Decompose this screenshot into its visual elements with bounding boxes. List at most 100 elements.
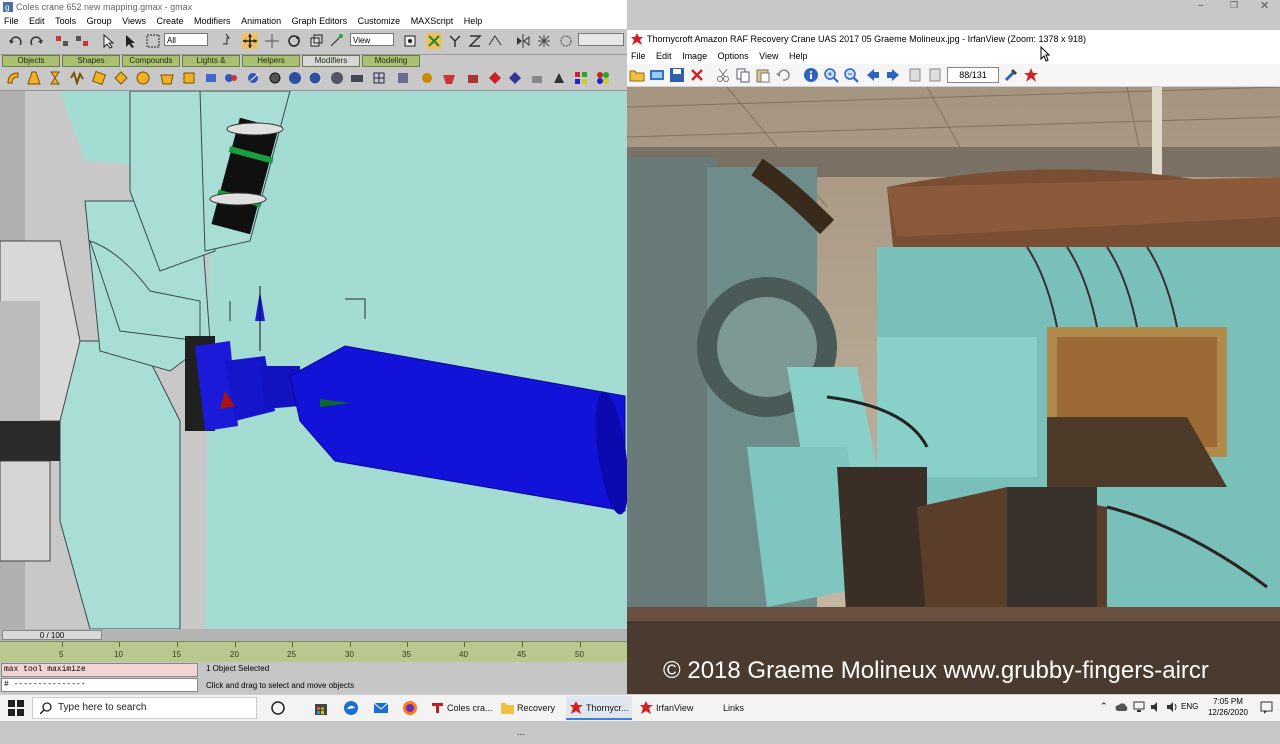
tab-modeling[interactable]: Modeling — [362, 55, 420, 67]
tessellate-icon[interactable] — [488, 71, 502, 85]
volume-icon[interactable] — [1150, 701, 1162, 713]
pivot-center-icon[interactable] — [402, 33, 418, 49]
move-icon[interactable] — [242, 33, 258, 49]
lathe-icon[interactable] — [552, 71, 566, 85]
close-icon[interactable]: ✕ — [1260, 0, 1269, 12]
gmax-menu-modifiers[interactable]: Modifiers — [190, 16, 235, 26]
select-move-icon[interactable] — [218, 33, 234, 49]
next-image-icon[interactable] — [885, 67, 901, 83]
previous-image-icon[interactable] — [865, 67, 881, 83]
edit-mesh-icon[interactable] — [268, 71, 282, 85]
language-indicator[interactable]: ENG — [1181, 702, 1198, 711]
taskbar-search-box[interactable]: Type here to search — [32, 697, 257, 719]
reference-coord-dropdown[interactable]: View — [350, 33, 394, 46]
gmax-menu-maxscript[interactable]: MAXScript — [407, 16, 458, 26]
optimize-icon[interactable] — [466, 71, 480, 85]
uvw-map-icon[interactable] — [224, 71, 238, 85]
normal-modifier-icon[interactable] — [330, 71, 344, 85]
cortana-icon[interactable] — [270, 700, 286, 716]
task-recovery-folder[interactable]: Recovery ... — [497, 696, 563, 737]
page-counter-field[interactable]: 88/131 — [947, 67, 999, 83]
restrict-y-icon[interactable] — [447, 33, 463, 49]
copy-icon[interactable] — [735, 67, 751, 83]
links-toolbar[interactable]: Links — [703, 696, 753, 720]
bevel-icon[interactable] — [574, 71, 588, 85]
last-page-icon[interactable] — [927, 67, 943, 83]
zoom-out-icon[interactable] — [843, 67, 859, 83]
mail-icon[interactable] — [373, 700, 389, 716]
mirror-icon[interactable] — [515, 33, 531, 49]
irfan-menu-view[interactable]: View — [755, 51, 782, 61]
open-folder-icon[interactable] — [629, 67, 645, 83]
gmax-menu-views[interactable]: Views — [118, 16, 150, 26]
move-alt-icon[interactable] — [264, 33, 280, 49]
zoom-in-icon[interactable] — [823, 67, 839, 83]
selection-filter-dropdown[interactable]: All — [164, 33, 208, 46]
lattice-modifier-icon[interactable] — [182, 71, 196, 85]
restore-icon[interactable]: ❐ — [1230, 0, 1238, 11]
info-icon[interactable] — [803, 67, 819, 83]
volume-select-icon[interactable] — [372, 71, 386, 85]
stretch-modifier-icon[interactable] — [92, 71, 106, 85]
smooth-modifier-icon[interactable] — [308, 71, 322, 85]
perspective-viewport[interactable] — [0, 91, 627, 629]
tab-shapes[interactable]: Shapes — [62, 55, 120, 67]
chevron-up-icon[interactable]: ⌃ — [1100, 701, 1108, 712]
delete-mesh-icon[interactable] — [442, 71, 456, 85]
store-icon[interactable] — [313, 700, 329, 716]
undo-icon[interactable] — [775, 67, 791, 83]
track-bar[interactable]: 5 10 15 20 25 30 35 40 45 50 — [0, 641, 627, 663]
irfan-menu-options[interactable]: Options — [714, 51, 753, 61]
task-irfanview[interactable]: IrfanView — [636, 696, 706, 720]
task-gmax[interactable]: Coles cra... — [427, 696, 493, 720]
gmax-menu-animation[interactable]: Animation — [237, 16, 285, 26]
gmax-menu-help[interactable]: Help — [460, 16, 487, 26]
bend-modifier-icon[interactable] — [6, 71, 20, 85]
cloud-icon[interactable] — [1115, 702, 1129, 712]
windows-start-icon[interactable] — [8, 700, 24, 716]
region-select-icon[interactable] — [145, 33, 161, 49]
select-by-name-icon[interactable] — [122, 33, 138, 49]
snaps-toggle-icon[interactable] — [536, 33, 552, 49]
edit-spline-icon[interactable] — [508, 71, 522, 85]
taper-modifier-icon[interactable] — [27, 71, 41, 85]
angle-snap-icon[interactable] — [558, 33, 574, 49]
tab-compounds[interactable]: Compounds — [122, 55, 180, 67]
noise-modifier-icon[interactable] — [70, 71, 84, 85]
link-icon[interactable] — [54, 33, 70, 49]
notification-icon[interactable] — [1260, 701, 1273, 714]
irfan-menu-file[interactable]: File — [627, 51, 650, 61]
rotate-icon[interactable] — [286, 33, 302, 49]
maxscript-listener-input[interactable]: # --------------- — [1, 678, 198, 692]
redo-icon[interactable] — [28, 33, 44, 49]
time-slider[interactable]: 0 / 100 — [2, 630, 102, 640]
unlink-icon[interactable] — [74, 33, 90, 49]
xform-modifier-icon[interactable] — [350, 71, 364, 85]
gmax-menu-create[interactable]: Create — [153, 16, 188, 26]
mesh-select-icon[interactable] — [288, 71, 302, 85]
select-manipulate-icon[interactable] — [328, 33, 344, 49]
tab-modifiers[interactable]: Modifiers — [302, 55, 360, 67]
slice-modifier-icon[interactable] — [204, 71, 218, 85]
irfan-menu-image[interactable]: Image — [678, 51, 711, 61]
network-icon[interactable] — [1133, 701, 1145, 713]
irfan-menu-edit[interactable]: Edit — [652, 51, 676, 61]
material-modifier-icon[interactable] — [396, 71, 410, 85]
named-selection-field[interactable] — [578, 33, 624, 46]
gmax-menu-graph-editors[interactable]: Graph Editors — [288, 16, 352, 26]
first-page-icon[interactable] — [907, 67, 923, 83]
scale-icon[interactable] — [308, 33, 324, 49]
spherify-modifier-icon[interactable] — [136, 71, 150, 85]
select-object-icon[interactable] — [100, 33, 116, 49]
ffd-modifier-icon[interactable] — [160, 71, 174, 85]
paste-icon[interactable] — [755, 67, 771, 83]
restrict-z-icon[interactable] — [467, 33, 483, 49]
edge-icon[interactable] — [343, 700, 359, 716]
save-icon[interactable] — [669, 67, 685, 83]
minimize-icon[interactable]: – — [1198, 0, 1204, 11]
restrict-plane-icon[interactable] — [487, 33, 503, 49]
slideshow-icon[interactable] — [649, 67, 665, 83]
irfanview-about-icon[interactable] — [1023, 67, 1039, 83]
color-palette-icon[interactable] — [596, 71, 610, 85]
gmax-menu-group[interactable]: Group — [83, 16, 116, 26]
